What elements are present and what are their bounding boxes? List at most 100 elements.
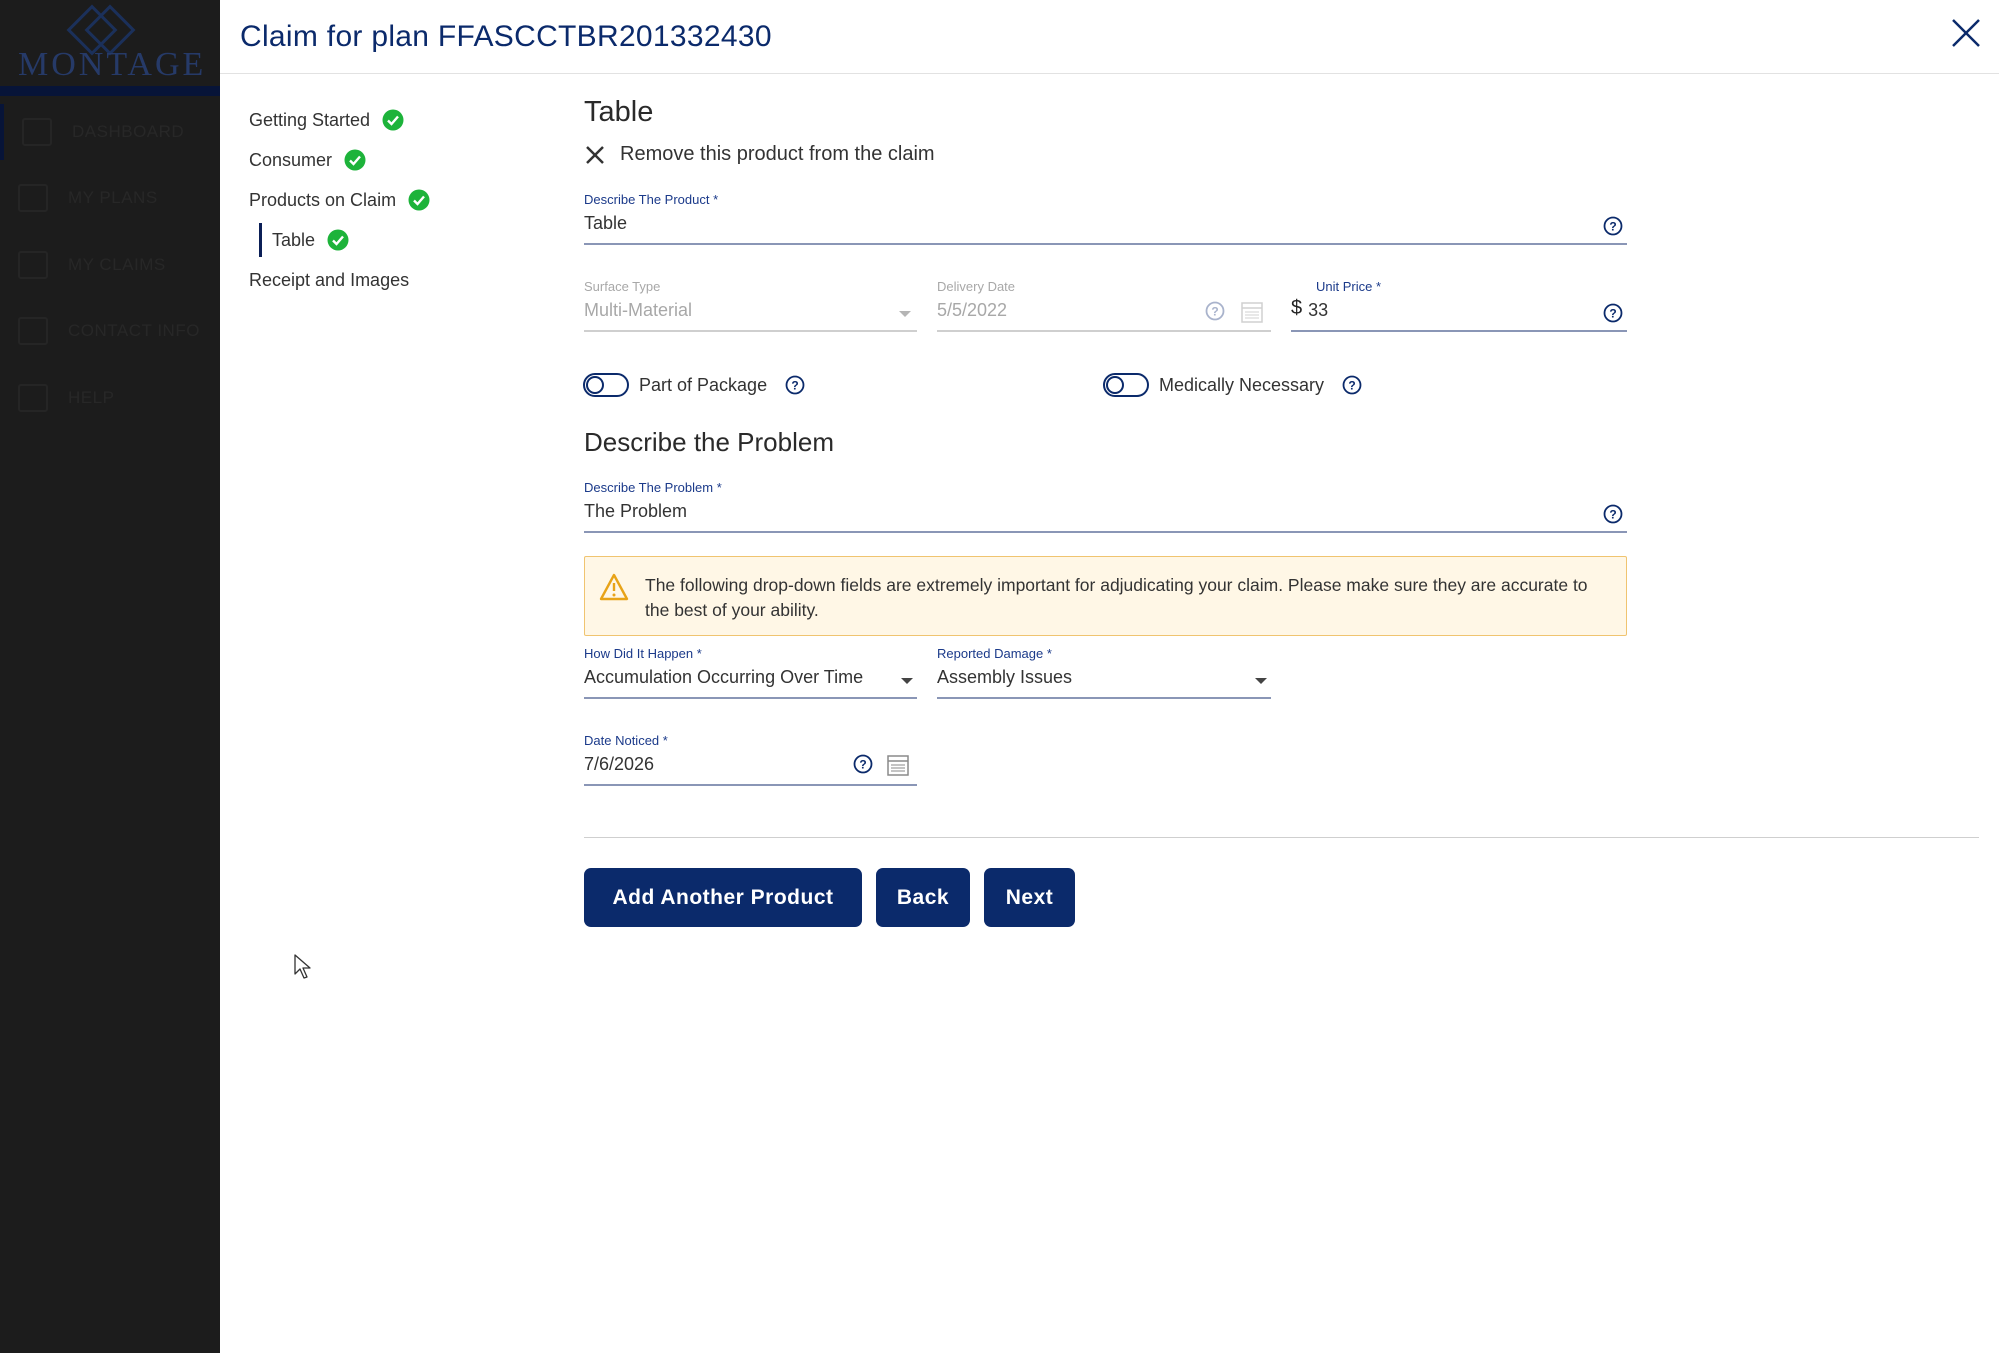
dropdown-importance-alert: The following drop-down fields are extre… [584, 556, 1627, 636]
check-circle-icon [382, 109, 404, 131]
nav-item-contact-info[interactable]: CONTACT INFO [0, 303, 220, 359]
field-underline [937, 330, 1271, 332]
claim-steps: Getting Started Consumer Products on Cla… [249, 100, 549, 300]
svg-text:?: ? [1609, 307, 1616, 321]
step-table[interactable]: Table [259, 223, 549, 257]
svg-text:?: ? [791, 379, 798, 393]
chevron-down-icon [899, 311, 911, 317]
help-icon: ? [1205, 301, 1225, 321]
unit-price-row: $ 33 [1291, 294, 1627, 321]
step-label: Getting Started [249, 109, 371, 130]
step-label: Receipt and Images [249, 269, 410, 290]
field-underline [584, 697, 917, 699]
next-button[interactable]: Next [984, 868, 1075, 927]
reported-damage-label: Reported Damage * [937, 646, 1052, 661]
nav-item-my-plans[interactable]: MY PLANS [0, 170, 220, 226]
date-noticed-label: Date Noticed * [584, 733, 668, 748]
claims-icon [18, 251, 48, 279]
modal-title: Claim for plan FFASCCTBR201332430 [240, 20, 772, 53]
field-underline [584, 330, 917, 332]
close-icon[interactable] [1947, 14, 1985, 52]
step-label: Table [272, 229, 316, 250]
document-icon [18, 184, 48, 212]
describe-product-input[interactable]: Table [584, 213, 1627, 234]
help-icon[interactable]: ? [1603, 303, 1623, 323]
nav-item-dashboard[interactable]: DASHBOARD [0, 104, 220, 160]
product-section: Table Remove this product from the claim [584, 96, 1984, 166]
step-consumer[interactable]: Consumer [249, 140, 549, 180]
chevron-down-icon [901, 678, 913, 684]
surface-type-value: Multi-Material [584, 300, 693, 320]
nav-top-bar [0, 86, 220, 96]
product-section-title: Table [584, 96, 654, 128]
unit-price-field[interactable]: Unit Price * $ 33 ? [1291, 279, 1627, 332]
step-getting-started[interactable]: Getting Started [249, 100, 549, 140]
step-receipt-and-images[interactable]: Receipt and Images [249, 260, 549, 300]
currency-symbol: $ [1291, 297, 1303, 319]
field-underline [584, 243, 1627, 245]
how-did-it-happen-label: How Did It Happen * [584, 646, 702, 661]
part-of-package-toggle[interactable] [583, 373, 629, 397]
nav-label: CONTACT INFO [68, 321, 200, 340]
remove-product-label: Remove this product from the claim [620, 143, 935, 165]
app-sidebar: MONTAGE DASHBOARD MY PLANS MY CLAIMS CON… [0, 0, 220, 1353]
close-icon [586, 145, 604, 164]
part-of-package-row: Part of Package ? [583, 373, 805, 397]
step-label: Products on Claim [249, 189, 397, 210]
delivery-date-field: Delivery Date 5/5/2022 ? [937, 279, 1271, 332]
date-noticed-field[interactable]: Date Noticed * 7/6/2026 ? [584, 733, 917, 786]
nav-label: MY PLANS [68, 188, 158, 207]
unit-price-input[interactable]: 33 [1308, 300, 1627, 321]
delivery-date-label: Delivery Date [937, 279, 1016, 294]
medically-necessary-label: Medically Necessary [1159, 374, 1325, 395]
nav-item-help[interactable]: HELP [0, 370, 220, 426]
remove-product-button[interactable]: Remove this product from the claim [584, 143, 1984, 166]
modal-header: Claim for plan FFASCCTBR201332430 [220, 0, 1999, 74]
problem-section-title: Describe the Problem [584, 427, 834, 457]
nav-label: HELP [68, 388, 115, 407]
how-did-it-happen-select[interactable]: How Did It Happen * Accumulation Occurri… [584, 646, 917, 699]
help-icon[interactable]: ? [853, 754, 873, 774]
toggle-knob [586, 376, 604, 394]
phone-icon [18, 317, 48, 345]
alert-text: The following drop-down fields are extre… [645, 575, 1588, 620]
back-button[interactable]: Back [876, 868, 970, 927]
check-circle-icon [327, 229, 349, 251]
check-circle-icon [344, 149, 366, 171]
check-circle-icon [408, 189, 430, 211]
mouse-cursor-icon [294, 954, 311, 979]
medically-necessary-toggle[interactable] [1103, 373, 1149, 397]
describe-problem-label: Describe The Problem * [584, 480, 722, 495]
reported-damage-value: Assembly Issues [937, 667, 1073, 687]
calendar-icon[interactable] [887, 754, 909, 776]
chevron-down-icon [1255, 678, 1267, 684]
medically-necessary-row: Medically Necessary ? [1103, 373, 1362, 397]
help-icon[interactable]: ? [1603, 216, 1623, 236]
svg-text:?: ? [1609, 508, 1616, 522]
describe-problem-input[interactable]: The Problem [584, 501, 1627, 522]
field-underline [1291, 330, 1627, 332]
nav-item-my-claims[interactable]: MY CLAIMS [0, 237, 220, 293]
logo-text: MONTAGE [18, 46, 207, 83]
nav-label: MY CLAIMS [68, 255, 166, 274]
reported-damage-select[interactable]: Reported Damage * Assembly Issues [937, 646, 1271, 699]
montage-logo: MONTAGE [18, 4, 203, 83]
svg-text:?: ? [859, 758, 866, 772]
part-of-package-label: Part of Package [639, 374, 768, 395]
describe-product-label: Describe The Product * [584, 192, 719, 207]
svg-text:?: ? [1609, 220, 1616, 234]
nav-label: DASHBOARD [72, 122, 185, 141]
step-label: Consumer [249, 149, 333, 170]
describe-product-field[interactable]: Describe The Product * Table ? [584, 192, 1627, 245]
add-another-product-button[interactable]: Add Another Product [584, 868, 862, 927]
help-icon[interactable]: ? [1603, 504, 1623, 524]
help-icon[interactable]: ? [1342, 375, 1362, 395]
field-underline [584, 531, 1627, 533]
step-products-on-claim[interactable]: Products on Claim [249, 180, 549, 220]
surface-type-label: Surface Type [584, 279, 661, 294]
help-icon[interactable]: ? [785, 375, 805, 395]
calendar-icon [1241, 302, 1263, 323]
chart-icon [22, 118, 52, 146]
describe-problem-field[interactable]: Describe The Problem * The Problem ? [584, 480, 1627, 533]
warning-icon [599, 573, 629, 601]
